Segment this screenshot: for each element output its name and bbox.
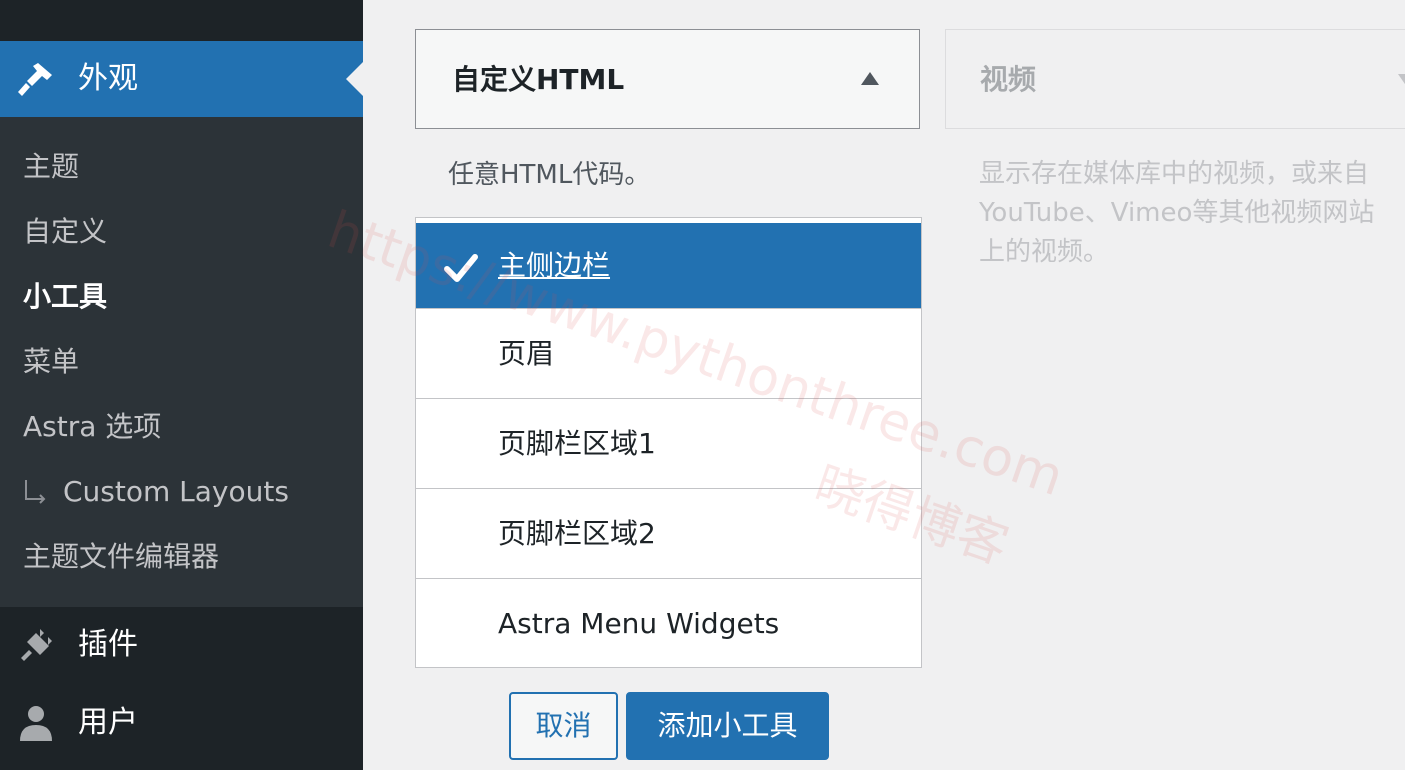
widget-description-video: 显示存在媒体库中的视频，或来自 YouTube、Vimeo等其他视频网站 上的视… — [979, 155, 1405, 272]
video-desc-line: 上的视频。 — [979, 237, 1110, 267]
caret-down-icon[interactable] — [1398, 74, 1405, 87]
submenu-themes[interactable]: 主题 — [23, 147, 79, 187]
widget-title-video: 视频 — [980, 63, 1037, 96]
add-widget-button[interactable]: 添加小工具 — [626, 692, 829, 760]
submenu-menus[interactable]: 菜单 — [23, 342, 79, 382]
active-menu-notch — [346, 62, 363, 96]
plugin-icon — [21, 629, 52, 661]
widget-header-video[interactable]: 视频 — [945, 29, 1405, 129]
caret-up-icon[interactable] — [861, 72, 879, 85]
submenu-theme-file-editor[interactable]: 主题文件编辑器 — [23, 537, 219, 577]
submenu-customize[interactable]: 自定义 — [23, 212, 107, 252]
widget-header-custom-html[interactable]: 自定义HTML — [415, 29, 920, 129]
area-option-selected[interactable]: 主侧边栏 — [416, 223, 921, 309]
cancel-button[interactable]: 取消 — [509, 692, 618, 760]
video-desc-line: YouTube、Vimeo等其他视频网站 — [979, 198, 1375, 228]
submenu-arrow-icon — [25, 480, 46, 504]
submenu-custom-layouts[interactable]: Custom Layouts — [63, 472, 289, 512]
area-option[interactable]: 页眉 — [416, 309, 921, 399]
sidebar-item-users[interactable]: 用户 — [0, 683, 363, 770]
submenu-astra-options[interactable]: Astra 选项 — [23, 407, 161, 447]
video-desc-line: 显示存在媒体库中的视频，或来自 — [979, 159, 1370, 189]
area-option-label: 页脚栏区域1 — [498, 427, 656, 460]
admin-sidebar: 外观 主题 自定义 小工具 菜单 Astra 选项 Custom Layouts… — [0, 0, 363, 770]
area-option-label: 页眉 — [498, 337, 555, 370]
sidebar-item-plugins[interactable]: 插件 — [0, 607, 363, 683]
widget-title: 自定义HTML — [452, 63, 625, 96]
widget-area-chooser: 主侧边栏 页眉 页脚栏区域1 页脚栏区域2 Astra Menu Widgets — [415, 217, 922, 668]
sidebar-item-appearance[interactable]: 外观 — [0, 41, 363, 117]
sidebar-label-users: 用户 — [78, 705, 138, 740]
sidebar-top-strip — [0, 0, 363, 41]
widget-description: 任意HTML代码。 — [448, 160, 651, 190]
area-option[interactable]: 页脚栏区域1 — [416, 399, 921, 489]
paint-brush-icon — [18, 63, 52, 96]
sidebar-label-appearance: 外观 — [78, 61, 138, 96]
submenu-widgets[interactable]: 小工具 — [23, 277, 107, 317]
appearance-submenu: 主题 自定义 小工具 菜单 Astra 选项 Custom Layouts 主题… — [0, 117, 363, 607]
area-option[interactable]: Astra Menu Widgets — [416, 579, 921, 669]
sidebar-label-plugins: 插件 — [78, 627, 138, 662]
area-option[interactable]: 页脚栏区域2 — [416, 489, 921, 579]
checkmark-icon — [444, 254, 478, 282]
area-option-label: Astra Menu Widgets — [498, 607, 780, 640]
user-icon — [20, 706, 52, 741]
area-option-label: 页脚栏区域2 — [498, 517, 656, 550]
area-option-label: 主侧边栏 — [498, 249, 611, 282]
